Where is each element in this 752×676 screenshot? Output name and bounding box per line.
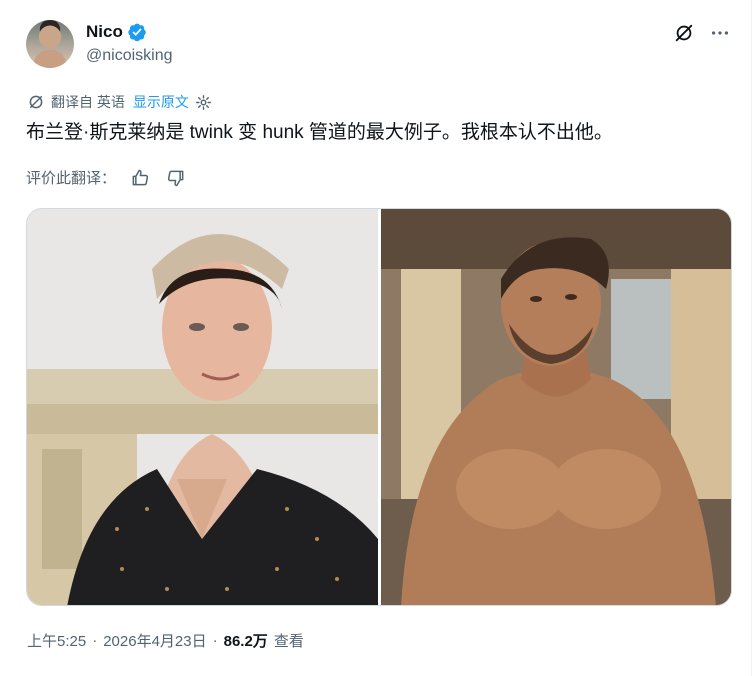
avatar-figure bbox=[34, 50, 66, 68]
shirtless-man-photo[interactable] bbox=[381, 209, 731, 605]
tweet-meta: 上午5:25 · 2026年4月23日 · 86.2万 查看 bbox=[27, 630, 304, 651]
author-name-row[interactable]: Nico bbox=[86, 22, 147, 42]
media-grid bbox=[26, 208, 732, 606]
avatar[interactable] bbox=[26, 20, 74, 68]
view-count: 86.2万 bbox=[223, 633, 268, 650]
thumbs-up-icon[interactable] bbox=[130, 168, 150, 188]
shirtless-man-image bbox=[381, 209, 731, 605]
rate-translation-row: 评价此翻译： bbox=[26, 167, 186, 188]
tweet-date[interactable]: 2026年4月23日 bbox=[103, 630, 206, 651]
tweet-time[interactable]: 上午5:25 bbox=[27, 630, 86, 651]
show-original-link[interactable]: 显示原文 bbox=[133, 92, 189, 112]
thumbs-down-icon[interactable] bbox=[166, 168, 186, 188]
translated-from-label: 翻译自 英语 bbox=[51, 94, 125, 110]
young-man-in-cap-photo[interactable] bbox=[27, 209, 378, 605]
grok-slash-icon[interactable] bbox=[673, 22, 695, 44]
author-display-name[interactable]: Nico bbox=[86, 22, 123, 42]
rate-translation-label: 评价此翻译： bbox=[26, 170, 117, 187]
tweet-text: 布兰登·斯克莱纳是 twink 变 hunk 管道的最大例子。我根本认不出他。 bbox=[26, 122, 613, 143]
tweet-detail: Nico @nicoisking 翻译自 英语 显示原文 布兰登·斯克莱纳是 t… bbox=[0, 0, 752, 676]
header-actions bbox=[673, 22, 731, 44]
more-icon[interactable] bbox=[709, 22, 731, 44]
verified-badge-icon bbox=[128, 23, 146, 42]
young-man-in-cap-image bbox=[27, 209, 378, 605]
views-label: 查看 bbox=[273, 633, 304, 650]
translation-row: 翻译自 英语 显示原文 bbox=[27, 92, 212, 112]
author-handle[interactable]: @nicoisking bbox=[86, 47, 173, 65]
gear-icon[interactable] bbox=[195, 94, 212, 111]
translate-icon bbox=[29, 95, 43, 109]
meta-separator: · bbox=[212, 632, 218, 649]
meta-separator: · bbox=[92, 632, 98, 649]
